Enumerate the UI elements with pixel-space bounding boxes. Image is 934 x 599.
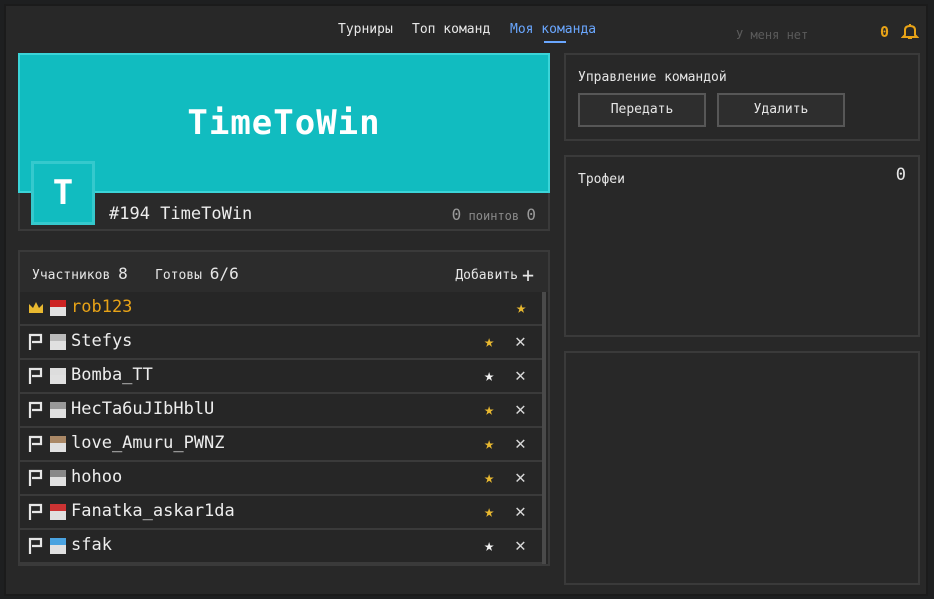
team-banner: TimeToWin: [18, 53, 550, 193]
tab-my-team[interactable]: Моя команда: [510, 22, 596, 37]
player-head-icon: [50, 334, 66, 350]
kick-icon[interactable]: ✕: [515, 399, 526, 420]
members-list: rob123 ★ Stefys ★ ✕ Bomba_TT ★ ✕ HecTa6uJIbHblU ★…: [20, 292, 542, 564]
points-value-secondary: 0: [526, 205, 536, 224]
flag-icon: [28, 537, 43, 554]
management-panel: Управление командой Передать Удалить: [564, 53, 920, 141]
star-icon[interactable]: ★: [484, 468, 494, 488]
add-member-button[interactable]: Добавить +: [455, 263, 534, 287]
members-header: Участников 8 Готовы 6/6 Добавить +: [20, 252, 548, 292]
notification-count: 0: [880, 23, 890, 41]
flag-icon: [28, 503, 43, 520]
kick-icon[interactable]: ✕: [515, 501, 526, 522]
team-banner-name: TimeToWin: [187, 103, 381, 143]
member-nick: rob123: [71, 297, 133, 317]
star-icon[interactable]: ★: [484, 502, 494, 522]
player-head-icon: [50, 368, 66, 384]
member-nick: sfak: [71, 535, 112, 555]
member-row[interactable]: Stefys ★ ✕: [20, 326, 542, 360]
member-row[interactable]: Fanatka_askar1da ★ ✕: [20, 496, 542, 530]
members-label: Участников: [32, 268, 111, 283]
player-head-icon: [50, 504, 66, 520]
member-row[interactable]: rob123 ★: [20, 292, 542, 326]
member-row[interactable]: Bomba_TT ★ ✕: [20, 360, 542, 394]
ready-label: Готовы: [155, 268, 202, 283]
kick-icon[interactable]: ✕: [515, 535, 526, 556]
star-icon[interactable]: ★: [516, 298, 526, 318]
member-row[interactable]: hohoo ★ ✕: [20, 462, 542, 496]
trophies-count: 0: [895, 165, 906, 185]
add-member-label: Добавить: [455, 268, 518, 283]
member-nick: Stefys: [71, 331, 133, 351]
points-value: 0: [451, 205, 462, 224]
member-row[interactable]: HecTa6uJIbHblU ★ ✕: [20, 394, 542, 428]
management-title: Управление командой: [578, 70, 727, 85]
flag-icon: [28, 469, 43, 486]
points-label: поинтов: [468, 209, 520, 223]
player-head-icon: [50, 402, 66, 418]
flag-icon: [28, 333, 43, 350]
ghost-text: У меня нет: [736, 28, 809, 42]
team-points: 0 поинтов 0: [452, 205, 536, 224]
trophies-title: Трофеи: [578, 172, 625, 187]
kick-icon[interactable]: ✕: [515, 365, 526, 386]
members-count-label: Участников 8: [32, 264, 128, 283]
member-row[interactable]: love_Amuru_PWNZ ★ ✕: [20, 428, 542, 462]
kick-icon[interactable]: ✕: [515, 467, 526, 488]
flag-icon: [28, 435, 43, 452]
member-nick: hohoo: [71, 467, 123, 487]
member-row[interactable]: sfak ★ ✕: [20, 530, 542, 564]
player-head-icon: [50, 538, 66, 554]
ready-count-label: Готовы 6/6: [155, 264, 239, 283]
flag-icon: [28, 401, 43, 418]
player-head-icon: [50, 436, 66, 452]
members-panel: Участников 8 Готовы 6/6 Добавить + rob123…: [18, 250, 550, 566]
player-head-icon: [50, 300, 66, 316]
members-count: 8: [118, 264, 128, 283]
delete-button[interactable]: Удалить: [717, 93, 845, 127]
team-avatar: T: [31, 161, 95, 225]
member-nick: Fanatka_askar1da: [71, 501, 235, 521]
team-rank-name: #194 TimeToWin: [109, 204, 253, 224]
star-icon[interactable]: ★: [484, 332, 494, 352]
empty-panel: [564, 351, 920, 585]
crown-icon: [29, 302, 43, 313]
star-icon[interactable]: ★: [484, 434, 494, 454]
member-nick: Bomba_TT: [71, 365, 153, 385]
tab-tournaments[interactable]: Турниры: [338, 22, 393, 37]
member-nick: love_Amuru_PWNZ: [71, 433, 225, 453]
tab-top-teams[interactable]: Топ команд: [412, 22, 490, 37]
kick-icon[interactable]: ✕: [515, 433, 526, 454]
star-icon[interactable]: ★: [484, 536, 494, 556]
bell-icon[interactable]: [901, 23, 919, 41]
star-icon[interactable]: ★: [484, 400, 494, 420]
member-nick: HecTa6uJIbHblU: [71, 399, 215, 419]
ready-count: 6/6: [209, 264, 239, 283]
kick-icon[interactable]: ✕: [515, 331, 526, 352]
star-icon[interactable]: ★: [484, 366, 494, 386]
flag-icon: [28, 367, 43, 384]
active-tab-indicator: [544, 41, 566, 43]
members-scrollbar[interactable]: [542, 292, 546, 564]
plus-icon: +: [521, 263, 534, 287]
transfer-button[interactable]: Передать: [578, 93, 706, 127]
trophies-panel: Трофеи 0: [564, 155, 920, 337]
player-head-icon: [50, 470, 66, 486]
